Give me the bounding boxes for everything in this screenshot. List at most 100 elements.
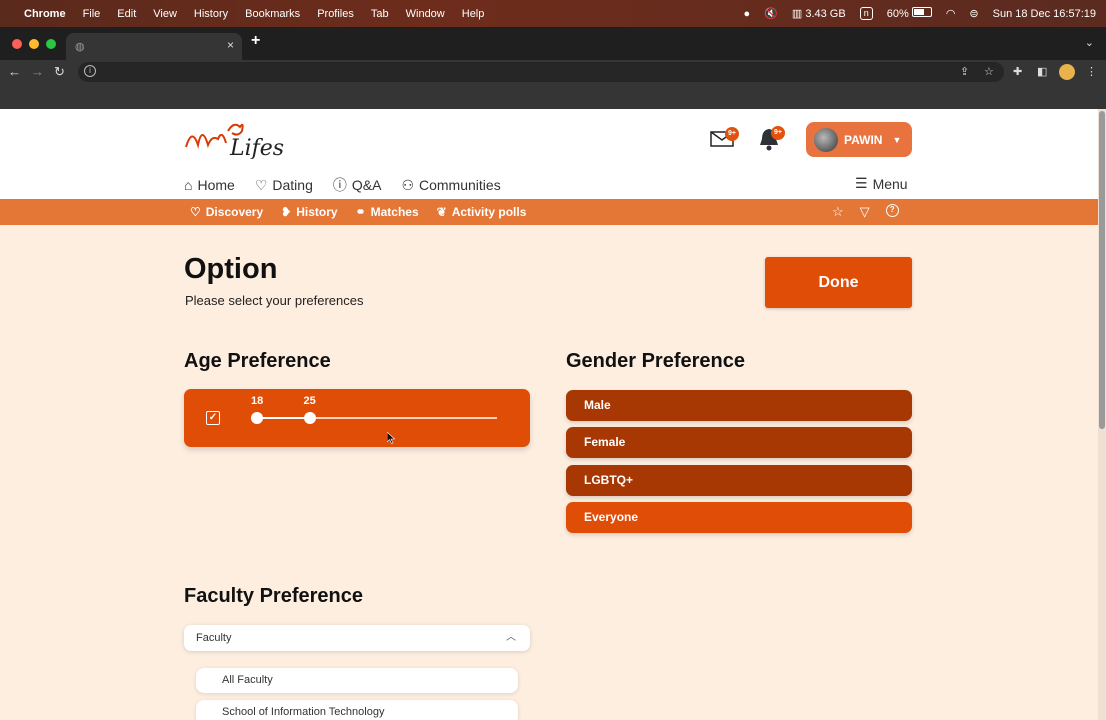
tab-list-chevron-icon[interactable]: ⌄: [1085, 36, 1094, 49]
page-subtitle: Please select your preferences: [185, 293, 364, 308]
faculty-heading: Faculty Preference: [184, 585, 363, 607]
browser-tabbar: ◍ ×: [0, 27, 1106, 60]
subnav-matches[interactable]: ⚭ Matches: [356, 205, 419, 219]
age-min-thumb[interactable]: [251, 412, 263, 424]
help-icon[interactable]: ?: [885, 204, 899, 217]
address-bar[interactable]: i: [78, 62, 1004, 82]
faculty-option[interactable]: All Faculty: [196, 668, 518, 693]
page-title: Option: [184, 253, 278, 285]
reload-icon[interactable]: ↻: [54, 64, 65, 80]
subnav-discovery[interactable]: ♡ Discovery: [190, 205, 263, 219]
gender-option-lgbtq[interactable]: LGBTQ+: [566, 465, 912, 496]
input-source[interactable]: n: [859, 7, 873, 20]
age-heading: Age Preference: [184, 350, 331, 372]
menu-help[interactable]: Help: [462, 8, 485, 20]
filter-icon[interactable]: ▽: [860, 204, 870, 220]
control-center-icon[interactable]: ⊜: [969, 7, 978, 20]
browser-profile-avatar[interactable]: [1059, 64, 1075, 80]
caret-down-icon: ▼: [892, 134, 902, 145]
menu-view[interactable]: View: [153, 8, 177, 20]
age-enable-checkbox[interactable]: ✓: [206, 411, 220, 425]
battery-status[interactable]: 60%: [887, 7, 932, 20]
battery-icon: [911, 7, 932, 17]
menu-bookmarks[interactable]: Bookmarks: [245, 8, 300, 20]
site-header: Lifes 9+ 9+ PAWIN ▼ ⌂ Home ♡ Dating ⓘ Q&A ⚇…: [0, 109, 1098, 199]
forward-arrow-icon[interactable]: →: [31, 64, 44, 79]
menu-lines-icon: ☰: [855, 175, 868, 191]
age-slider-card: ✓ 18 25: [184, 389, 530, 447]
extensions-icon[interactable]: ✚: [1013, 65, 1022, 78]
page-scrollbar[interactable]: [1098, 109, 1106, 720]
subnav-history[interactable]: ❥ History: [281, 205, 337, 219]
subnav-activity-polls[interactable]: ❦ Activity polls: [437, 205, 527, 219]
memory-readout[interactable]: ▥ 3.43 GB: [792, 7, 846, 20]
nav-qa[interactable]: ⓘ Q&A: [333, 175, 382, 195]
heart-icon: ♡: [254, 176, 268, 193]
menu-window[interactable]: Window: [406, 8, 445, 20]
star-icon[interactable]: ☆: [832, 204, 844, 220]
nav-home[interactable]: ⌂ Home: [184, 175, 235, 195]
app-name[interactable]: Chrome: [24, 8, 66, 20]
poll-icon: ❦: [436, 205, 447, 219]
mail-badge: 9+: [725, 127, 739, 141]
menu-edit[interactable]: Edit: [117, 8, 136, 20]
bookmark-bar: [0, 84, 1106, 109]
nav-dating[interactable]: ♡ Dating: [255, 175, 313, 195]
faculty-option[interactable]: School of Information Technology: [196, 700, 518, 720]
menu-tab[interactable]: Tab: [371, 8, 389, 20]
wifi-icon[interactable]: ◠: [946, 7, 956, 20]
window-minimize-button[interactable]: [29, 39, 39, 49]
sub-nav: ♡ Discovery ❥ History ⚭ Matches ❦ Activity p…: [0, 199, 1098, 225]
kebab-menu-icon[interactable]: ⋮: [1086, 65, 1097, 78]
menu-file[interactable]: File: [83, 8, 101, 20]
share-icon[interactable]: ⇪: [960, 65, 969, 78]
site-info-icon[interactable]: i: [84, 65, 96, 77]
question-icon: ⓘ: [332, 177, 347, 193]
browser-toolbar: ← → ↻ i ⇪ ☆ ✚ ◧ ⋮: [0, 60, 1106, 84]
menu-profiles[interactable]: Profiles: [317, 8, 354, 20]
memory-icon: ▥: [791, 8, 803, 20]
home-icon: ⌂: [184, 177, 193, 193]
logo-text: Lifes: [229, 136, 284, 159]
sidepanel-icon[interactable]: ◧: [1037, 65, 1047, 78]
bell-badge: 9+: [771, 126, 785, 140]
tab-close-button[interactable]: ×: [227, 38, 234, 52]
age-max-label: 25: [303, 395, 316, 407]
faculty-select-label: Faculty: [196, 632, 232, 644]
handshake-icon: ⚭: [355, 205, 366, 219]
back-arrow-icon[interactable]: ←: [8, 64, 21, 79]
chevron-up-icon: ︿: [506, 632, 516, 643]
chat-heart-icon: ❥: [281, 205, 292, 219]
gender-heading: Gender Preference: [566, 350, 745, 372]
gender-option-male[interactable]: Male: [566, 390, 912, 421]
window-zoom-button[interactable]: [46, 39, 56, 49]
mute-icon[interactable]: 🔇: [764, 7, 778, 20]
window-close-button[interactable]: [12, 39, 22, 49]
menu-history[interactable]: History: [194, 8, 228, 20]
mouse-cursor-icon: [387, 432, 395, 444]
age-min-label: 18: [251, 395, 264, 407]
people-icon: ⚇: [401, 176, 414, 193]
gender-option-everyone[interactable]: Everyone: [566, 502, 912, 533]
menu-button[interactable]: ☰ Menu: [855, 175, 908, 192]
record-icon[interactable]: ●: [744, 8, 751, 20]
age-slider-range: [257, 417, 310, 419]
scrollbar-thumb[interactable]: [1099, 111, 1105, 429]
bookmark-star-icon[interactable]: ☆: [984, 65, 994, 78]
faculty-select[interactable]: Faculty ︿: [184, 625, 530, 651]
avatar: [814, 127, 838, 152]
new-tab-button[interactable]: +: [251, 32, 260, 50]
heart-outline-icon: ♡: [190, 205, 201, 219]
site-logo[interactable]: Lifes: [184, 117, 296, 159]
os-menubar: Chrome File Edit View History Bookmarks …: [0, 0, 1106, 27]
clock[interactable]: Sun 18 Dec 16:57:19: [993, 8, 1096, 20]
web-page: Lifes 9+ 9+ PAWIN ▼ ⌂ Home ♡ Dating ⓘ Q&A ⚇…: [0, 109, 1098, 720]
age-max-thumb[interactable]: [303, 412, 316, 424]
browser-tab[interactable]: ◍ ×: [66, 33, 242, 60]
globe-icon: ◍: [75, 41, 85, 53]
nav-communities[interactable]: ⚇ Communities: [401, 175, 500, 195]
main-nav: ⌂ Home ♡ Dating ⓘ Q&A ⚇ Communities: [184, 175, 501, 195]
done-button[interactable]: Done: [765, 257, 912, 308]
user-menu-button[interactable]: PAWIN ▼: [806, 122, 912, 157]
gender-option-female[interactable]: Female: [566, 427, 912, 458]
